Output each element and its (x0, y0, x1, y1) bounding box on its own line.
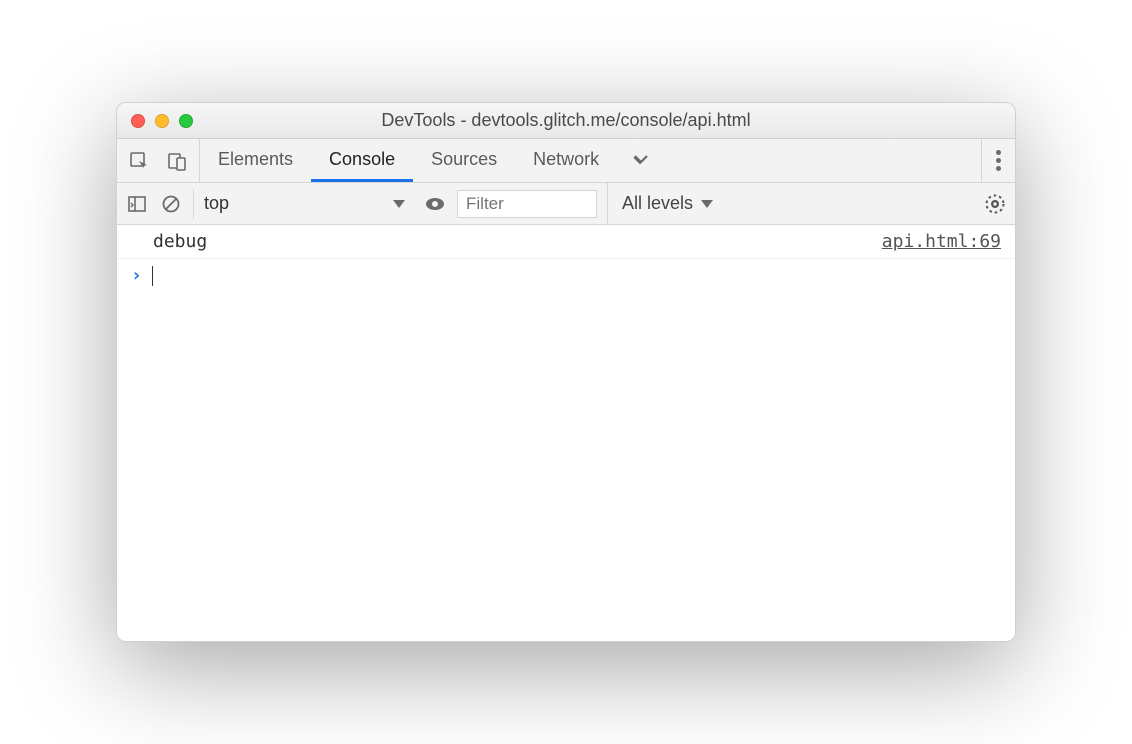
levels-label: All levels (622, 193, 693, 214)
minimize-window-button[interactable] (155, 114, 169, 128)
console-output: debug api.html:69 › (117, 225, 1015, 641)
log-entry: debug api.html:69 (117, 225, 1015, 259)
tab-network[interactable]: Network (515, 139, 617, 182)
inspect-element-icon[interactable] (127, 149, 151, 173)
tab-label: Network (533, 149, 599, 170)
tab-label: Sources (431, 149, 497, 170)
tab-sources[interactable]: Sources (413, 139, 515, 182)
toggle-device-toolbar-icon[interactable] (165, 149, 189, 173)
log-message: debug (153, 231, 207, 252)
log-source-link[interactable]: api.html:69 (882, 231, 1001, 252)
tab-label: Elements (218, 149, 293, 170)
window-controls (131, 114, 193, 128)
tab-console[interactable]: Console (311, 139, 413, 182)
chevron-down-icon (393, 200, 405, 208)
live-expression-icon[interactable] (423, 192, 447, 216)
console-settings-icon[interactable] (983, 192, 1007, 216)
zoom-window-button[interactable] (179, 114, 193, 128)
execution-context-selector[interactable]: top (193, 189, 413, 219)
window-title: DevTools - devtools.glitch.me/console/ap… (117, 110, 1015, 131)
titlebar: DevTools - devtools.glitch.me/console/ap… (117, 103, 1015, 139)
chevron-down-icon (701, 200, 713, 208)
log-level-selector[interactable]: All levels (607, 183, 713, 224)
console-prompt[interactable]: › (117, 259, 1015, 292)
console-toolbar: top All levels (117, 183, 1015, 225)
devtools-window: DevTools - devtools.glitch.me/console/ap… (116, 102, 1016, 642)
tab-elements[interactable]: Elements (200, 139, 311, 182)
context-label: top (204, 193, 229, 214)
close-window-button[interactable] (131, 114, 145, 128)
clear-console-icon[interactable] (159, 192, 183, 216)
filter-input[interactable] (457, 190, 597, 218)
toggle-console-sidebar-icon[interactable] (125, 192, 149, 216)
panel-tabs-bar: Elements Console Sources Network (117, 139, 1015, 183)
prompt-caret-icon: › (131, 265, 142, 286)
settings-menu-button[interactable] (996, 150, 1001, 171)
tab-label: Console (329, 149, 395, 170)
panel-tabs: Elements Console Sources Network (200, 139, 617, 182)
more-tabs-button[interactable] (617, 139, 663, 182)
text-cursor (152, 266, 153, 286)
